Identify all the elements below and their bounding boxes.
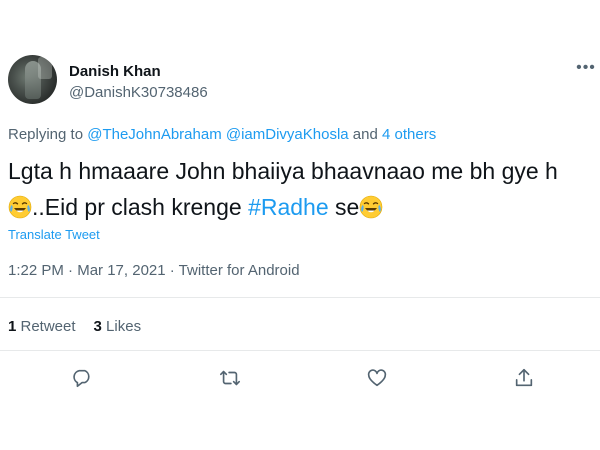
- avatar[interactable]: [8, 55, 57, 104]
- tweet-actions: [0, 363, 600, 393]
- tweet-text: Lgta h hmaaare John bhaiiya bhaavnaao me…: [8, 153, 593, 225]
- tweet-text-part-3: se: [328, 194, 360, 220]
- others-link[interactable]: 4 others: [382, 126, 436, 143]
- divider: [0, 297, 600, 298]
- likes-label: Likes: [101, 318, 142, 335]
- avatar-light: [38, 57, 52, 79]
- more-horizontal-icon[interactable]: •••: [576, 60, 596, 79]
- retweet-button[interactable]: [215, 363, 245, 393]
- face-with-tears-of-joy-icon: [8, 195, 32, 219]
- face-with-tears-of-joy-icon: [360, 195, 383, 219]
- tweet-stats: 1 Retweet 3 Likes: [8, 318, 141, 335]
- tweet-detail: Danish Khan @DanishK30738486 ••• Replyin…: [0, 0, 600, 450]
- replying-and: and: [348, 126, 383, 143]
- author-name[interactable]: Danish Khan: [69, 63, 161, 80]
- meta-separator: ·: [63, 262, 78, 279]
- tweet-source[interactable]: Twitter for Android: [179, 262, 300, 279]
- retweets-label: Retweet: [16, 318, 76, 335]
- hashtag-link[interactable]: #Radhe: [248, 194, 329, 220]
- reply-icon: [73, 369, 90, 388]
- share-button[interactable]: [509, 363, 539, 393]
- translate-tweet-link[interactable]: Translate Tweet: [8, 227, 100, 242]
- mention-link[interactable]: @iamDivyaKhosla: [226, 126, 349, 143]
- tweet-date[interactable]: Mar 17, 2021: [77, 262, 165, 279]
- like-button[interactable]: [362, 363, 392, 393]
- meta-separator: ·: [165, 262, 179, 279]
- author-handle[interactable]: @DanishK30738486: [69, 84, 208, 101]
- tweet-metadata: 1:22 PM · Mar 17, 2021 · Twitter for And…: [8, 262, 300, 279]
- tweet-time[interactable]: 1:22 PM: [8, 262, 64, 279]
- replying-to: Replying to @TheJohnAbraham @iamDivyaKho…: [8, 126, 436, 143]
- retweets-stat[interactable]: 1 Retweet: [8, 318, 76, 335]
- share-icon: [515, 368, 533, 387]
- likes-stat[interactable]: 3 Likes: [94, 318, 142, 335]
- tweet-line-1: Lgta h hmaaare John bhaiiya bhaavnaao me…: [8, 158, 558, 184]
- like-icon: [367, 369, 387, 387]
- retweet-icon: [220, 370, 240, 386]
- reply-button[interactable]: [67, 363, 97, 393]
- mention-link[interactable]: @TheJohnAbraham: [87, 126, 221, 143]
- divider: [0, 350, 600, 351]
- likes-count: 3: [93, 318, 102, 335]
- tweet-text-part-2: ..Eid pr clash krenge: [32, 194, 249, 220]
- replying-prefix: Replying to: [8, 126, 88, 143]
